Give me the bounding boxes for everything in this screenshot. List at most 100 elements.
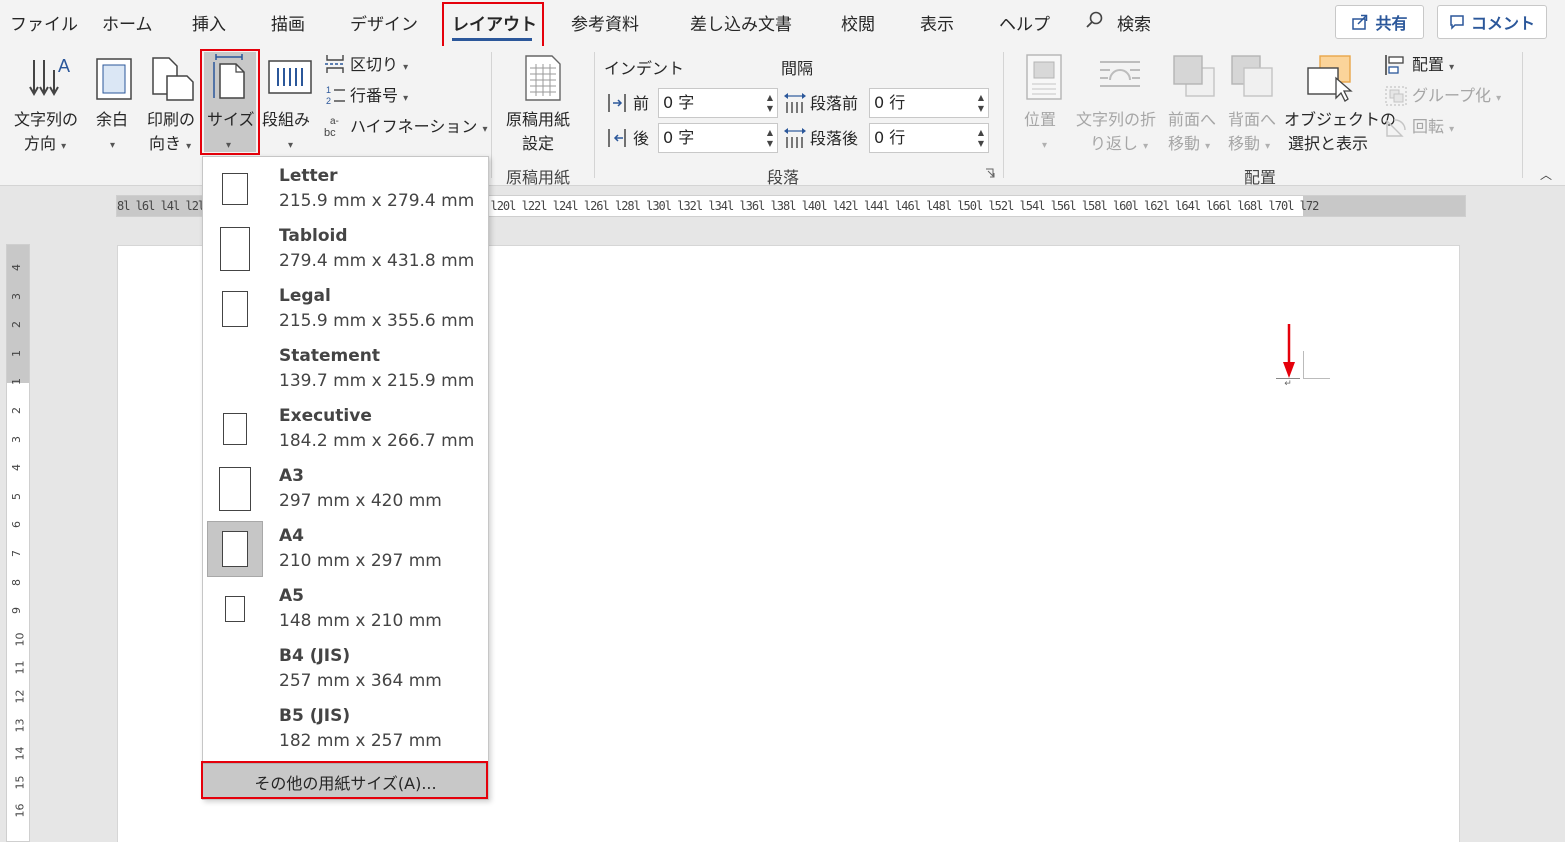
paper-icon — [219, 467, 251, 511]
vertical-ruler-number: 10 — [13, 632, 27, 647]
tab-draw[interactable]: 描画 — [271, 10, 305, 35]
genko-label-1: 原稿用紙 — [506, 110, 571, 129]
paper-icon-wrap — [207, 281, 263, 337]
paper-size-item[interactable]: A3 297 mm x 420 mm — [203, 457, 488, 517]
comment-button[interactable]: コメント — [1437, 5, 1547, 39]
collapse-ribbon-icon[interactable]: ︿ — [1540, 166, 1552, 183]
text-direction-button[interactable]: A 文字列の 方向 ▾ — [10, 52, 86, 153]
paper-icon-wrap — [207, 701, 263, 757]
paper-size-name: B5 (JIS) — [279, 706, 351, 726]
tab-search[interactable]: 検索 — [1117, 10, 1151, 35]
align-icon — [1385, 55, 1404, 75]
breaks-button[interactable]: 区切り ▾ — [322, 52, 482, 78]
bring-forward-icon — [1173, 55, 1215, 97]
position-button[interactable]: 位置 ▾ — [1018, 52, 1070, 152]
comment-icon — [1450, 15, 1464, 30]
indent-after-value: 0 字 — [663, 128, 695, 147]
paragraph-mark: ↵ — [1276, 378, 1300, 389]
bring-forward-button[interactable]: 前面へ 移動 ▾ — [1166, 52, 1226, 153]
margins-button[interactable]: 余白 ▾ — [92, 52, 138, 152]
line-numbers-button[interactable]: 1 2 行番号 ▾ — [322, 83, 482, 109]
tab-insert[interactable]: 挿入 — [192, 10, 226, 35]
orientation-icon — [152, 57, 194, 101]
spin-down-icon[interactable]: ▼ — [767, 140, 773, 148]
spin-up-icon[interactable]: ▲ — [767, 129, 773, 137]
paper-size-name: Statement — [279, 346, 380, 366]
space-before-label: 段落前 — [810, 94, 859, 113]
indent-after-input[interactable]: 0 字 ▲ ▼ — [658, 123, 778, 153]
size-button[interactable]: サイズ ▾ — [204, 52, 256, 152]
paper-size-dimensions: 148 mm x 210 mm — [279, 611, 442, 631]
send-backward-button[interactable]: 背面へ 移動 ▾ — [1226, 52, 1286, 153]
vertical-ruler-number: 3 — [10, 292, 23, 300]
wrap-text-button[interactable]: 文字列の折 り返し ▾ — [1074, 52, 1164, 153]
paper-size-item[interactable]: A4 210 mm x 297 mm — [203, 517, 488, 577]
more-paper-sizes-item[interactable]: その他の用紙サイズ(A)... — [203, 763, 488, 799]
spin-down-icon[interactable]: ▼ — [978, 105, 984, 113]
paper-icon-wrap — [207, 161, 263, 217]
columns-icon — [268, 60, 312, 94]
paper-size-dimensions: 139.7 mm x 215.9 mm — [279, 371, 475, 391]
group-label-paragraph: 段落 — [767, 168, 800, 187]
vertical-ruler[interactable]: 4 3 2 1 1 2 3 4 5 6 7 8 9 10 11 12 13 14 15 16 — [6, 244, 30, 842]
paper-size-name: A3 — [279, 466, 304, 486]
tab-help[interactable]: ヘルプ — [999, 10, 1050, 35]
paper-size-item[interactable]: Legal 215.9 mm x 355.6 mm — [203, 277, 488, 337]
vertical-ruler-number: 16 — [13, 803, 27, 818]
space-after-input[interactable]: 0 行 ▲ ▼ — [869, 123, 989, 153]
svg-text:2: 2 — [326, 96, 331, 106]
vertical-ruler-number: 8 — [10, 578, 23, 586]
hyphenation-button[interactable]: a- bc ハイフネーション ▾ — [322, 114, 488, 140]
spin-up-icon[interactable]: ▲ — [978, 129, 984, 137]
tab-references[interactable]: 参考資料 — [571, 10, 639, 35]
paper-size-item[interactable]: Letter 215.9 mm x 279.4 mm — [203, 157, 488, 217]
vertical-ruler-number: 15 — [13, 775, 27, 790]
rotate-button[interactable]: 回転 ▾ — [1384, 114, 1494, 140]
tab-file[interactable]: ファイル — [10, 10, 78, 35]
paper-size-dimensions: 297 mm x 420 mm — [279, 491, 442, 511]
active-tab-indicator — [452, 38, 532, 41]
paper-size-item[interactable]: Tabloid 279.4 mm x 431.8 mm — [203, 217, 488, 277]
svg-text:A: A — [58, 56, 70, 76]
position-icon — [1026, 54, 1062, 100]
indent-before-input[interactable]: 0 字 ▲ ▼ — [658, 88, 778, 118]
paper-size-item[interactable]: Statement 139.7 mm x 215.9 mm — [203, 337, 488, 397]
tab-home[interactable]: ホーム — [102, 10, 153, 35]
paper-size-item[interactable]: B5 (JIS) 182 mm x 257 mm — [203, 697, 488, 757]
columns-button[interactable]: 段組み ▾ — [262, 52, 318, 152]
tab-mailings[interactable]: 差し込み文書 — [690, 10, 792, 35]
indent-before-label: 前 — [633, 94, 650, 113]
vertical-ruler-number: 3 — [10, 435, 23, 443]
space-after-label: 段落後 — [810, 129, 859, 148]
selection-pane-button[interactable]: オブジェクトの 選択と表示 — [1284, 52, 1396, 153]
group-objects-label: グループ化 ▾ — [1412, 86, 1502, 105]
paper-size-item[interactable]: A5 148 mm x 210 mm — [203, 577, 488, 637]
indent-before-value: 0 字 — [663, 93, 695, 112]
separator-4 — [1522, 52, 1523, 178]
tab-design[interactable]: デザイン — [350, 10, 418, 35]
vertical-ruler-number: 4 — [10, 464, 23, 472]
spin-down-icon[interactable]: ▼ — [978, 140, 984, 148]
orientation-button[interactable]: 印刷の 向き ▾ — [145, 52, 203, 153]
space-before-icon — [784, 93, 806, 113]
send-backward-label-1: 背面へ — [1228, 110, 1277, 129]
genko-settings-button[interactable]: 原稿用紙 設定 — [500, 52, 584, 153]
share-button[interactable]: 共有 — [1335, 5, 1424, 39]
spin-down-icon[interactable]: ▼ — [767, 105, 773, 113]
spin-up-icon[interactable]: ▲ — [978, 94, 984, 102]
indent-after-label: 後 — [633, 129, 650, 148]
selection-pane-label-2: 選択と表示 — [1288, 134, 1369, 153]
tab-layout[interactable]: レイアウト — [452, 10, 537, 35]
paper-size-item[interactable]: B4 (JIS) 257 mm x 364 mm — [203, 637, 488, 697]
dialog-launcher-icon[interactable] — [985, 168, 995, 178]
search-icon[interactable] — [1086, 11, 1103, 28]
indent-left-icon — [608, 94, 626, 112]
space-before-input[interactable]: 0 行 ▲ ▼ — [869, 88, 989, 118]
share-label: 共有 — [1375, 14, 1408, 33]
paper-size-item[interactable]: Executive 184.2 mm x 266.7 mm — [203, 397, 488, 457]
align-button[interactable]: 配置 ▾ — [1384, 52, 1494, 78]
spin-up-icon[interactable]: ▲ — [767, 94, 773, 102]
tab-view[interactable]: 表示 — [920, 10, 954, 35]
tab-review[interactable]: 校閲 — [841, 10, 875, 35]
group-objects-button[interactable]: グループ化 ▾ — [1384, 83, 1514, 109]
